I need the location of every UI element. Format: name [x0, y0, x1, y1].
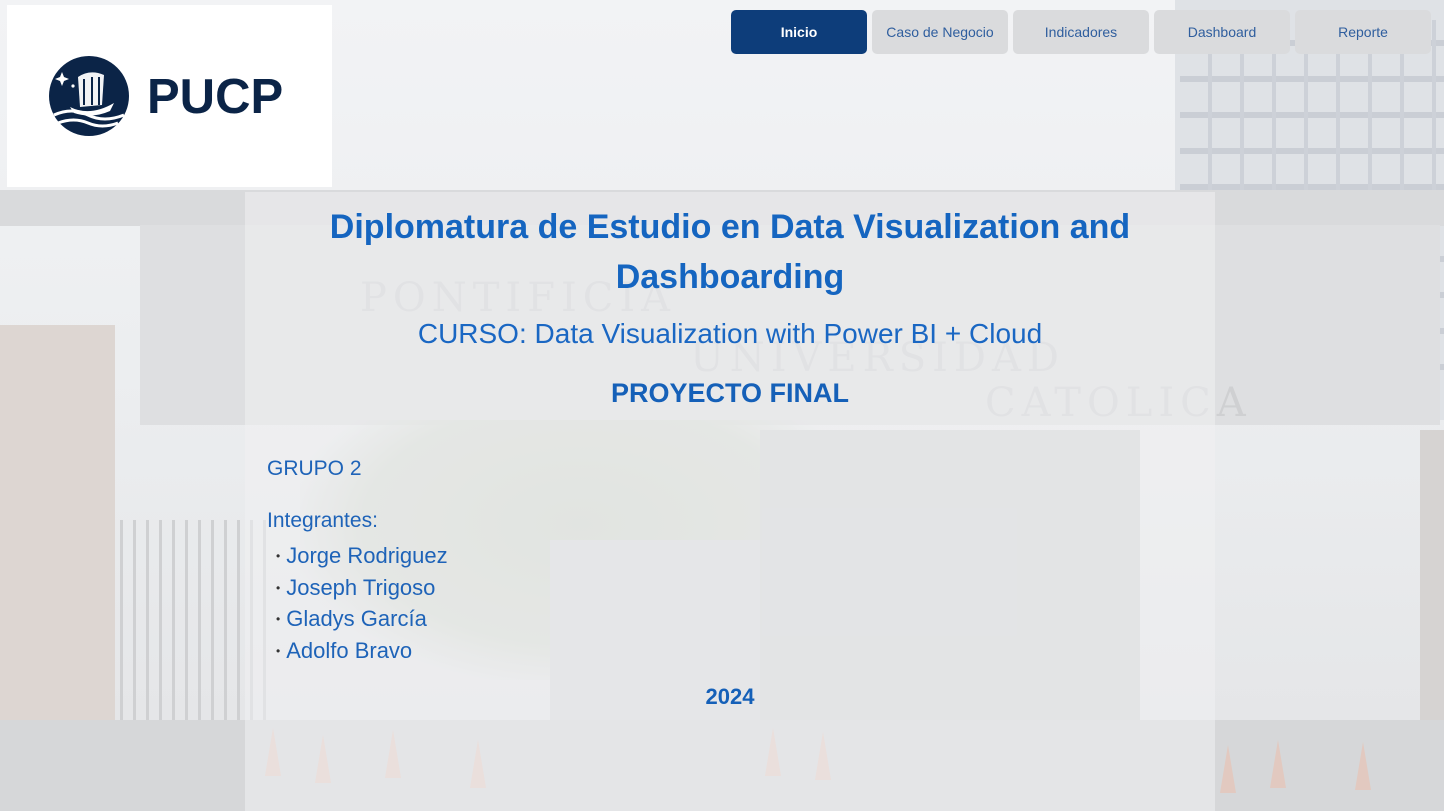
nav-caso-de-negocio-button[interactable]: Caso de Negocio — [872, 10, 1008, 54]
list-item: • Jorge Rodriguez — [276, 540, 448, 572]
nav-dashboard-label: Dashboard — [1187, 24, 1257, 40]
group-label: GRUPO 2 — [267, 457, 362, 480]
nav-reporte-button[interactable]: Reporte — [1295, 10, 1431, 54]
bullet-icon: • — [276, 548, 281, 563]
bullet-icon: • — [276, 580, 281, 595]
project-heading: PROYECTO FINAL — [610, 378, 850, 408]
member-name: Gladys García — [286, 606, 427, 632]
member-name: Joseph Trigoso — [286, 574, 436, 600]
members-heading: Integrantes: — [267, 509, 378, 532]
nav-indicadores-label: Indicadores — [1044, 24, 1118, 40]
nav-caso-de-negocio-label: Caso de Negocio — [886, 24, 994, 40]
page-title: Diplomatura de Estudio en Data Visualiza… — [329, 208, 1131, 296]
member-name: Adolfo Bravo — [286, 637, 413, 663]
members-list: • Jorge Rodriguez • Joseph Trigoso • Gladys… — [276, 540, 448, 667]
pucp-ship-emblem-icon — [49, 56, 129, 136]
nav-reporte-label: Reporte — [1338, 24, 1388, 40]
year-label: 2024 — [705, 684, 755, 709]
member-name: Jorge Rodriguez — [286, 542, 448, 568]
nav-dashboard-button[interactable]: Dashboard — [1154, 10, 1290, 54]
list-item: • Adolfo Bravo — [276, 635, 448, 667]
bullet-icon: • — [276, 643, 281, 658]
logo-card: PUCP — [7, 5, 332, 187]
logo-wordmark: PUCP — [147, 70, 284, 124]
nav-indicadores-button[interactable]: Indicadores — [1013, 10, 1149, 54]
list-item: • Gladys García — [276, 603, 448, 635]
bullet-icon: • — [276, 612, 281, 627]
nav-inicio-button[interactable]: Inicio — [731, 10, 867, 54]
course-title: CURSO: Data Visualization with Power BI … — [417, 318, 1043, 349]
nav-inicio-label: Inicio — [780, 24, 818, 40]
list-item: • Joseph Trigoso — [276, 572, 448, 604]
